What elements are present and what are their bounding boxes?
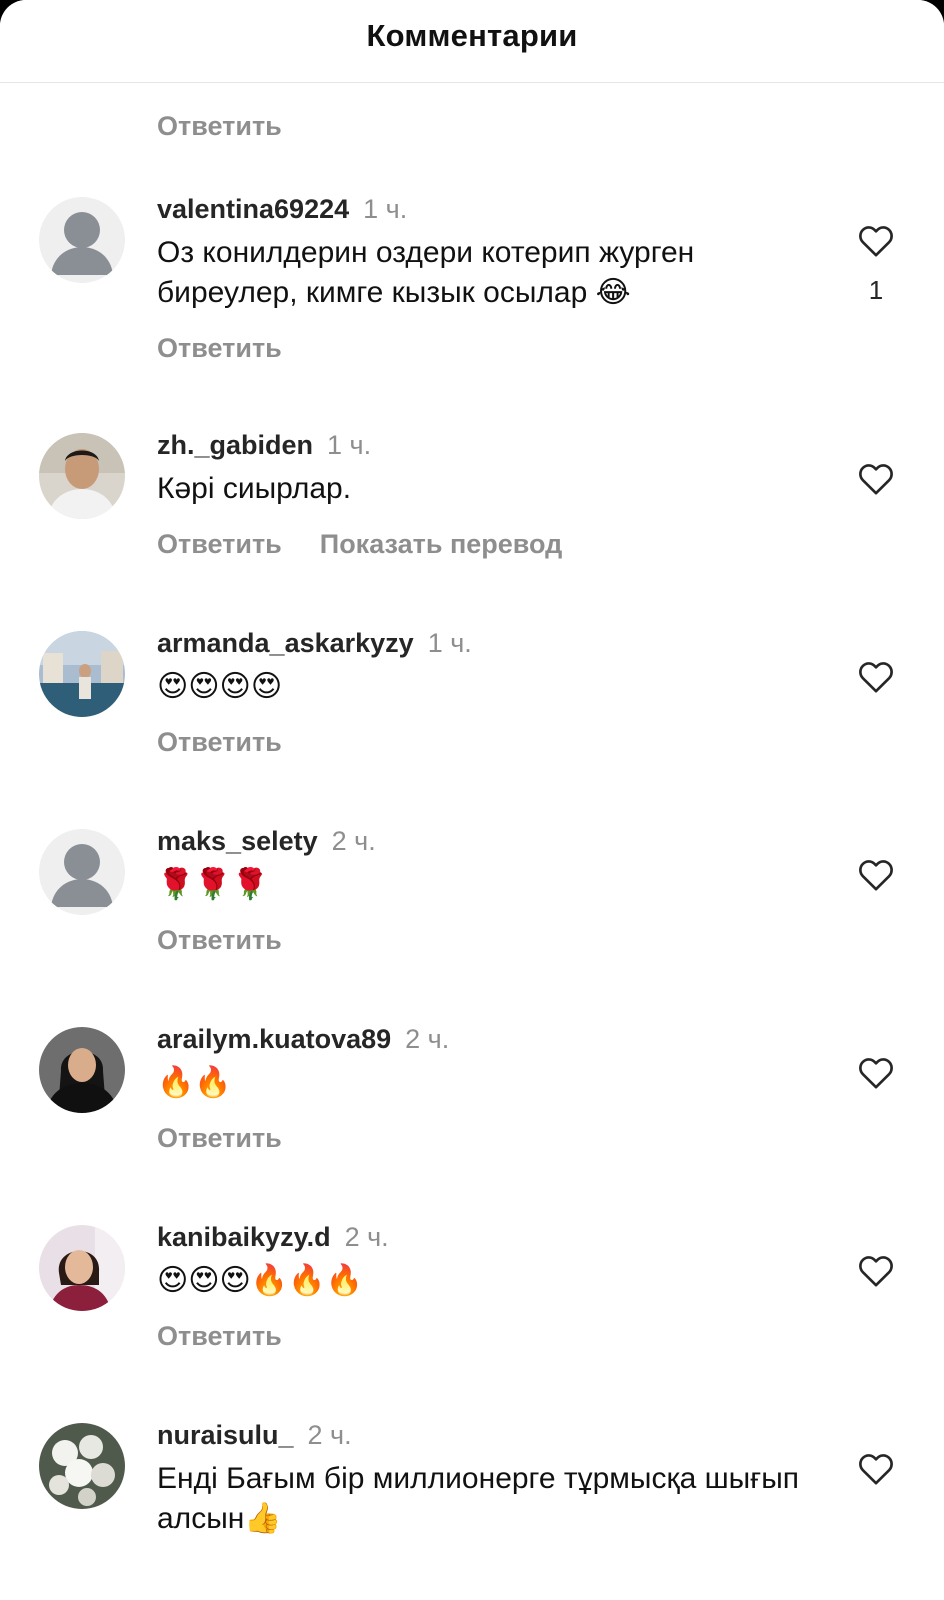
timestamp: 1 ч.	[327, 430, 372, 460]
page-title: Комментарии	[366, 18, 578, 53]
default-avatar-icon	[39, 197, 125, 283]
heart-outline-icon[interactable]	[855, 657, 897, 697]
comment-meta: arailym.kuatova89 2 ч.	[157, 1023, 449, 1055]
username[interactable]: arailym.kuatova89	[157, 1024, 391, 1054]
username[interactable]: zh._gabiden	[157, 430, 313, 460]
reply-button[interactable]: Ответить	[157, 529, 282, 559]
comments-list[interactable]: Ответить valentina69224 1 ч. Оз конилдери…	[0, 83, 944, 1600]
timestamp: 1 ч.	[363, 194, 408, 224]
reply-button[interactable]: Ответить	[157, 727, 282, 757]
avatar[interactable]	[39, 829, 125, 915]
timestamp: 2 ч.	[307, 1420, 352, 1450]
avatar[interactable]	[39, 433, 125, 519]
comment-meta: maks_selety 2 ч.	[157, 825, 376, 857]
like-count: 1	[868, 275, 884, 305]
photo-avatar-icon	[39, 1225, 125, 1311]
timestamp: 2 ч.	[405, 1024, 450, 1054]
comment-actions: Ответить	[157, 333, 282, 364]
avatar[interactable]	[39, 631, 125, 717]
reply-button[interactable]: Ответить	[157, 925, 282, 955]
comment-text: 🌹🌹🌹	[157, 868, 270, 901]
photo-avatar-icon	[39, 1027, 125, 1113]
comment-meta: nuraisulu_ 2 ч.	[157, 1419, 352, 1451]
timestamp: 1 ч.	[427, 628, 472, 658]
username[interactable]: nuraisulu_	[157, 1420, 294, 1450]
heart-outline-icon[interactable]	[855, 459, 897, 499]
comment-text: Оз конилдерин оздери котерип журген бире…	[157, 236, 695, 309]
photo-avatar-icon	[39, 433, 125, 519]
heart-outline-icon[interactable]	[855, 1251, 897, 1291]
reply-button[interactable]: Ответить	[157, 333, 282, 363]
comment-actions: Ответить	[157, 925, 282, 956]
timestamp: 2 ч.	[344, 1222, 389, 1252]
comment-actions: Ответить	[157, 1321, 282, 1352]
photo-avatar-icon	[39, 1423, 125, 1509]
comment-text: 😍😍😍🔥🔥🔥	[157, 1264, 363, 1297]
photo-avatar-icon	[39, 631, 125, 717]
avatar[interactable]	[39, 1423, 125, 1509]
comment-meta: zh._gabiden 1 ч.	[157, 429, 371, 461]
comment-actions: Ответить Показать перевод	[157, 529, 562, 560]
heart-outline-icon[interactable]	[855, 855, 897, 895]
avatar[interactable]	[39, 1225, 125, 1311]
reply-button[interactable]: Ответить	[157, 1123, 282, 1153]
comment-meta: valentina69224 1 ч.	[157, 193, 407, 225]
reply-button[interactable]: Ответить	[157, 1321, 282, 1351]
comment-text: 😍😍😍😍	[157, 670, 283, 703]
comment-meta: kanibaikyzy.d 2 ч.	[157, 1221, 389, 1253]
heart-outline-icon[interactable]	[855, 221, 897, 261]
comment-actions: Ответить	[157, 1123, 282, 1154]
comment-meta: armanda_askarkyzy 1 ч.	[157, 627, 472, 659]
comment-text: Кәрі сиырлар.	[157, 472, 352, 505]
show-translation-button[interactable]: Показать перевод	[320, 529, 563, 559]
avatar[interactable]	[39, 197, 125, 283]
comment-text: Енді Бағым бір миллионерге тұрмысқа шығы…	[157, 1462, 799, 1535]
heart-outline-icon[interactable]	[855, 1449, 897, 1489]
comments-header: Комментарии	[0, 0, 944, 83]
avatar[interactable]	[39, 1027, 125, 1113]
heart-outline-icon[interactable]	[855, 1053, 897, 1093]
username[interactable]: kanibaikyzy.d	[157, 1222, 331, 1252]
comment-actions: Ответить	[157, 727, 282, 758]
comment-text: 🔥🔥	[157, 1066, 232, 1099]
reply-button[interactable]: Ответить	[157, 111, 282, 142]
timestamp: 2 ч.	[331, 826, 376, 856]
username[interactable]: valentina69224	[157, 194, 349, 224]
comments-sheet: Комментарии Ответить valentina69224 1 ч. …	[0, 0, 944, 1600]
default-avatar-icon	[39, 829, 125, 915]
username[interactable]: armanda_askarkyzy	[157, 628, 414, 658]
username[interactable]: maks_selety	[157, 826, 318, 856]
